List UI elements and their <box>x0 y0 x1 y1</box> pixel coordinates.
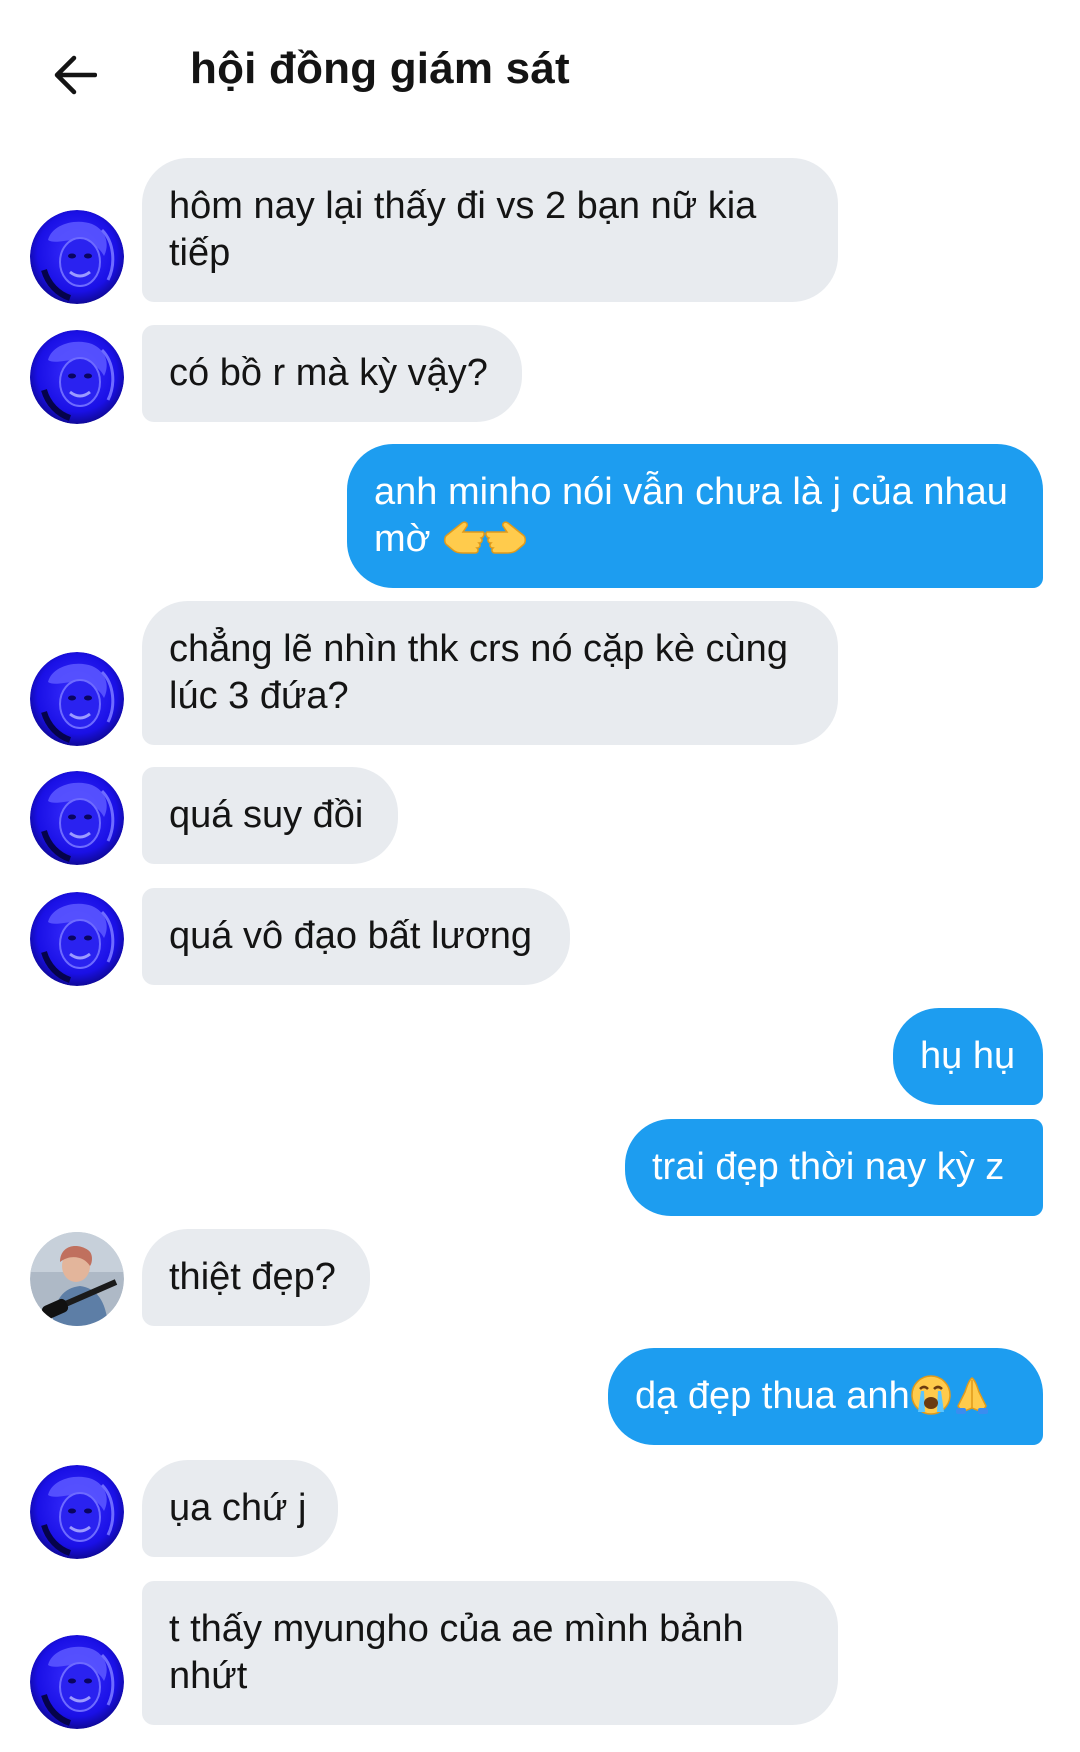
backhand-index-left-emoji <box>444 521 485 554</box>
incoming-message[interactable]: ụa chứ j <box>142 1460 338 1557</box>
avatar[interactable] <box>30 771 124 865</box>
avatar[interactable] <box>30 210 124 304</box>
outgoing-message[interactable]: hụ hụ <box>893 1008 1043 1105</box>
back-arrow-icon <box>54 55 97 95</box>
incoming-message[interactable]: quá vô đạo bất lương <box>142 888 570 985</box>
incoming-message[interactable]: quá suy đồi <box>142 767 398 864</box>
loudly-crying-face-emoji <box>910 1375 951 1415</box>
folded-hands-emoji <box>955 1377 988 1414</box>
avatar[interactable] <box>30 892 124 986</box>
chat-header: hội đồng giám sát <box>0 0 1080 140</box>
chat-title: hội đồng giám sát <box>190 44 570 93</box>
incoming-message[interactable]: hôm nay lại thấy đi vs 2 bạn nữ kia tiếp <box>142 158 838 302</box>
avatar[interactable] <box>30 1465 124 1559</box>
outgoing-message[interactable]: trai đẹp thời nay kỳ z <box>625 1119 1043 1216</box>
avatar[interactable] <box>30 330 124 424</box>
outgoing-message[interactable]: dạ đẹp thua anh <box>608 1348 1043 1445</box>
avatar[interactable] <box>30 1232 124 1326</box>
backhand-index-right-emoji <box>485 521 527 554</box>
incoming-message[interactable]: t thấy myungho của ae mình bảnh nhứt <box>142 1581 838 1725</box>
avatar[interactable] <box>30 1635 124 1729</box>
avatar[interactable] <box>30 652 124 746</box>
outgoing-message[interactable]: anh minho nói vẫn chưa là j của nhau mờ <box>347 444 1043 588</box>
incoming-message[interactable]: có bồ r mà kỳ vậy? <box>142 325 522 422</box>
incoming-message[interactable]: thiệt đẹp? <box>142 1229 370 1326</box>
incoming-message[interactable]: chẳng lẽ nhìn thk crs nó cặp kè cùng lúc… <box>142 601 838 745</box>
message-text: dạ đẹp thua anh <box>635 1375 910 1417</box>
back-button[interactable] <box>40 40 110 110</box>
